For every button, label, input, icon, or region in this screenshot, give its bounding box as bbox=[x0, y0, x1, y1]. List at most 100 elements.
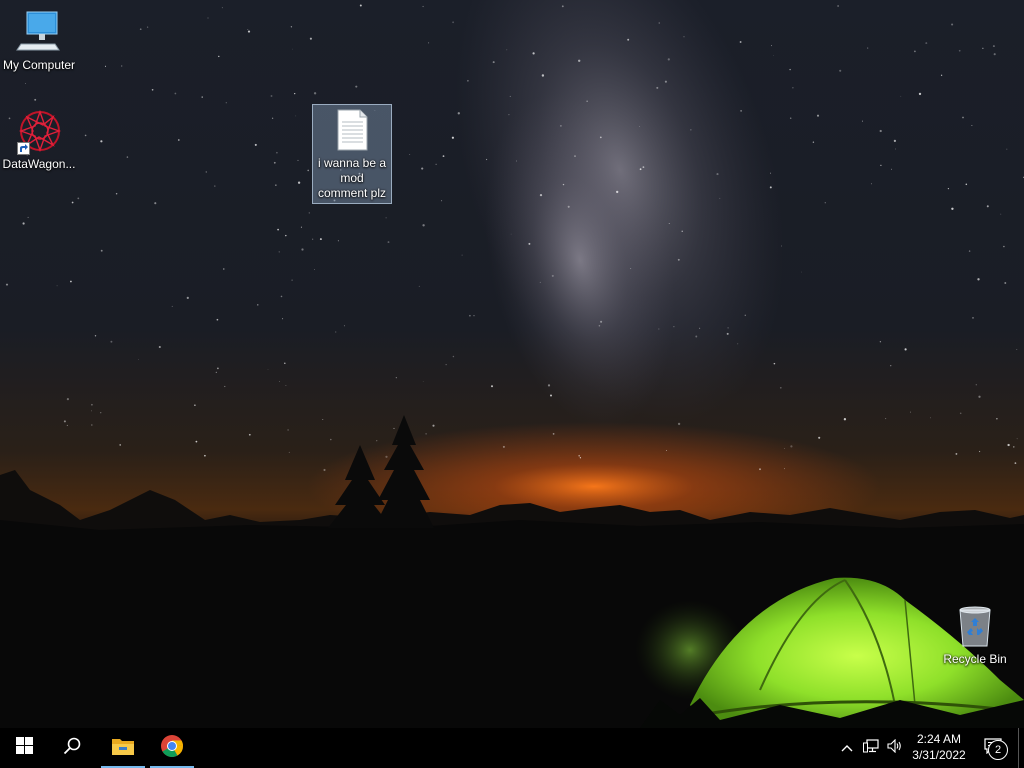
star bbox=[422, 224, 425, 227]
star bbox=[861, 120, 863, 122]
star bbox=[337, 240, 339, 242]
start-button[interactable] bbox=[0, 728, 48, 768]
star bbox=[958, 49, 961, 52]
network-button[interactable] bbox=[860, 728, 882, 768]
star bbox=[971, 125, 973, 126]
star bbox=[290, 26, 293, 28]
star bbox=[578, 454, 581, 457]
star bbox=[100, 249, 103, 252]
taskbar-file-explorer[interactable] bbox=[99, 728, 147, 768]
computer-icon bbox=[15, 10, 63, 54]
star bbox=[955, 452, 958, 455]
clock-date: 3/31/2022 bbox=[912, 748, 966, 762]
desktop-icon-datawagon[interactable]: DataWagon... bbox=[0, 103, 78, 172]
star bbox=[789, 117, 792, 119]
star bbox=[959, 412, 962, 415]
star bbox=[824, 202, 826, 204]
star bbox=[673, 326, 675, 328]
star bbox=[277, 228, 279, 231]
star bbox=[91, 410, 92, 412]
star bbox=[385, 217, 387, 219]
star bbox=[355, 85, 358, 88]
star bbox=[139, 28, 142, 31]
star bbox=[890, 365, 892, 367]
star bbox=[273, 161, 276, 164]
star bbox=[982, 47, 984, 49]
star bbox=[759, 468, 761, 471]
star bbox=[280, 295, 283, 298]
star bbox=[279, 381, 280, 382]
star bbox=[110, 340, 113, 343]
desktop-icon-recycle-bin[interactable]: Recycle Bin bbox=[936, 598, 1014, 667]
star bbox=[442, 155, 445, 157]
file-explorer-icon bbox=[111, 736, 135, 761]
star bbox=[287, 429, 289, 431]
clock[interactable]: 2:24 AM 3/31/2022 bbox=[906, 728, 972, 768]
star bbox=[177, 139, 180, 141]
star bbox=[716, 173, 719, 176]
star bbox=[1016, 438, 1018, 440]
star bbox=[792, 87, 794, 89]
desktop-icon-text-document[interactable]: i wanna be a mod comment plz bbox=[312, 104, 392, 204]
star bbox=[560, 125, 562, 127]
star bbox=[5, 283, 9, 286]
desktop-icon-label: i wanna be a mod comment plz bbox=[317, 156, 387, 200]
star bbox=[616, 190, 619, 194]
star bbox=[925, 42, 928, 45]
star bbox=[885, 418, 887, 420]
star bbox=[115, 192, 118, 195]
star bbox=[104, 65, 107, 67]
star bbox=[201, 96, 203, 98]
star bbox=[343, 325, 345, 327]
star bbox=[393, 427, 395, 429]
star bbox=[552, 433, 555, 435]
star bbox=[314, 269, 315, 270]
star bbox=[962, 116, 964, 119]
star bbox=[773, 55, 774, 57]
chrome-icon bbox=[160, 734, 184, 763]
star bbox=[126, 156, 129, 158]
star bbox=[409, 154, 411, 156]
chevron-up-icon bbox=[841, 739, 853, 757]
star bbox=[422, 380, 424, 382]
star bbox=[301, 248, 304, 251]
star bbox=[870, 183, 872, 185]
star bbox=[879, 129, 882, 133]
star bbox=[532, 52, 535, 55]
star bbox=[630, 268, 632, 270]
star bbox=[940, 74, 943, 76]
search-button[interactable] bbox=[48, 728, 96, 768]
star bbox=[598, 325, 601, 327]
star bbox=[843, 418, 847, 421]
star bbox=[435, 163, 437, 165]
star bbox=[275, 184, 277, 186]
star bbox=[100, 140, 103, 143]
show-hidden-icons-button[interactable] bbox=[836, 728, 858, 768]
star bbox=[271, 117, 274, 119]
star bbox=[216, 318, 219, 321]
taskbar-chrome[interactable] bbox=[148, 728, 196, 768]
star bbox=[551, 274, 554, 277]
show-desktop-button[interactable] bbox=[1018, 728, 1024, 768]
star bbox=[918, 92, 922, 96]
star bbox=[461, 254, 463, 256]
volume-icon bbox=[887, 738, 903, 758]
star bbox=[490, 385, 494, 388]
star bbox=[422, 5, 424, 8]
star bbox=[509, 95, 511, 97]
star bbox=[699, 327, 701, 329]
shortcut-arrow-icon bbox=[17, 142, 30, 155]
star bbox=[668, 222, 670, 224]
star bbox=[993, 53, 996, 56]
star bbox=[771, 45, 772, 47]
star bbox=[469, 314, 471, 317]
star bbox=[667, 58, 670, 61]
star bbox=[225, 102, 227, 104]
star bbox=[307, 169, 310, 172]
volume-button[interactable] bbox=[884, 728, 906, 768]
star bbox=[781, 245, 782, 247]
desktop[interactable]: My Computer DataWagon... i wanna be a mo… bbox=[0, 0, 1024, 728]
star bbox=[1016, 349, 1018, 351]
star bbox=[574, 155, 576, 157]
desktop-icon-my-computer[interactable]: My Computer bbox=[0, 4, 78, 73]
